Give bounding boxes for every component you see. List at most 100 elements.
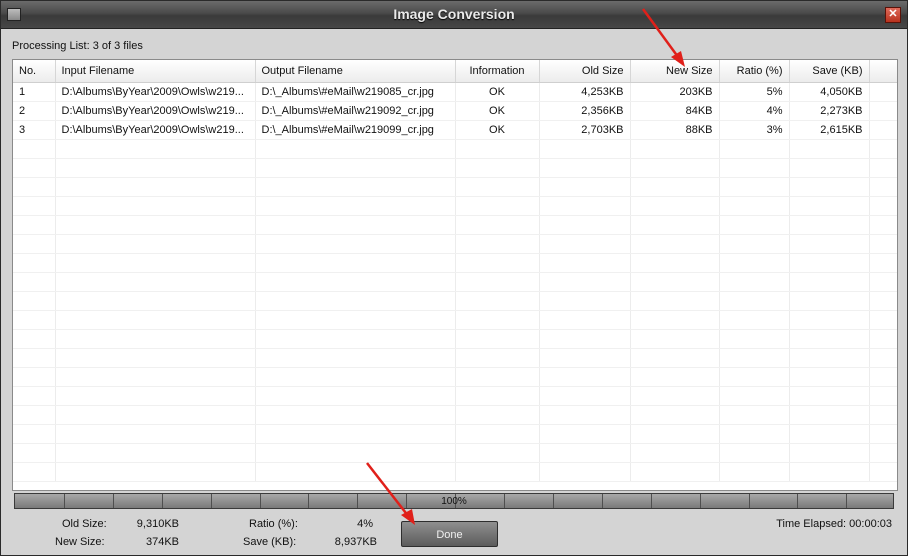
table-cell (55, 139, 256, 159)
table-cell (455, 443, 540, 463)
table-cell: 4,253KB (539, 82, 631, 102)
table-cell (869, 291, 897, 311)
table-cell (13, 158, 56, 178)
table-cell (255, 443, 456, 463)
table-cell (539, 196, 631, 216)
column-header-output-filename[interactable]: Output Filename (255, 60, 456, 83)
table-cell (630, 443, 720, 463)
save-label: Save (KB): (243, 536, 297, 548)
table-cell (630, 272, 720, 292)
table-cell (255, 215, 456, 235)
table-cell: D:\_Albums\#eMail\w219085_cr.jpg (255, 82, 456, 102)
table-cell (630, 196, 720, 216)
table-cell (789, 177, 870, 197)
table-cell (55, 196, 256, 216)
table-cell (719, 139, 790, 159)
table-cell (55, 367, 256, 387)
table-row[interactable]: 1 D:\Albums\ByYear\2009\Owls\w219... D:\_A… (13, 82, 897, 102)
table-cell (455, 348, 540, 368)
table-cell (789, 405, 870, 425)
table-cell (789, 291, 870, 311)
table-cell (539, 443, 631, 463)
table-cell (455, 386, 540, 406)
table-cell (869, 386, 897, 406)
table-cell (719, 253, 790, 273)
table-cell (539, 310, 631, 330)
table-cell (869, 310, 897, 330)
annotation-arrow-icon (641, 8, 685, 67)
table-cell (55, 462, 256, 482)
table-cell (630, 405, 720, 425)
progress-percent-label: 100% (441, 496, 467, 507)
table-cell (630, 310, 720, 330)
table-cell (13, 177, 56, 197)
table-cell (539, 215, 631, 235)
column-header-old-size[interactable]: Old Size (539, 60, 631, 83)
table-cell (869, 234, 897, 254)
column-header-information[interactable]: Information (455, 60, 540, 83)
table-cell (255, 196, 456, 216)
close-button[interactable]: ✕ (885, 7, 901, 23)
table-cell (789, 386, 870, 406)
table-cell (789, 234, 870, 254)
table-row[interactable]: 2 D:\Albums\ByYear\2009\Owls\w219... D:\_A… (13, 101, 897, 121)
table-cell (630, 424, 720, 444)
table-cell (255, 234, 456, 254)
table-cell (869, 215, 897, 235)
table-row[interactable]: 3 D:\Albums\ByYear\2009\Owls\w219... D:\_A… (13, 120, 897, 140)
table-cell (539, 253, 631, 273)
table-cell: 1 (13, 82, 56, 102)
table-cell (55, 291, 256, 311)
table-cell: D:\Albums\ByYear\2009\Owls\w219... (55, 120, 256, 140)
empty-table-row (13, 234, 897, 254)
table-cell (869, 367, 897, 387)
table-cell (13, 329, 56, 349)
column-header-no[interactable]: No. (13, 60, 56, 83)
table-cell (13, 139, 56, 159)
table-cell (455, 158, 540, 178)
table-cell (13, 310, 56, 330)
table-cell (539, 329, 631, 349)
table-cell (789, 462, 870, 482)
table-cell (255, 177, 456, 197)
table-cell (630, 253, 720, 273)
table-cell: D:\_Albums\#eMail\w219092_cr.jpg (255, 101, 456, 121)
table-cell (55, 215, 256, 235)
table-cell (13, 272, 56, 292)
table-cell (255, 253, 456, 273)
file-list-table[interactable]: No. Input Filename Output Filename Infor… (12, 59, 898, 491)
new-size-value: 374KB (145, 536, 179, 548)
image-conversion-window: Image Conversion ✕ Processing List: 3 of… (0, 0, 908, 556)
table-cell: 88KB (630, 120, 720, 140)
title-bar[interactable]: Image Conversion ✕ (1, 1, 907, 29)
table-cell (455, 234, 540, 254)
column-header-save[interactable]: Save (KB) (789, 60, 870, 83)
table-cell (719, 272, 790, 292)
table-cell-filler (869, 101, 897, 121)
column-header-input-filename[interactable]: Input Filename (55, 60, 256, 83)
table-cell: 4% (719, 101, 790, 121)
table-cell (719, 158, 790, 178)
empty-table-row (13, 386, 897, 406)
table-cell (869, 443, 897, 463)
table-cell: OK (455, 82, 540, 102)
table-cell (55, 443, 256, 463)
table-cell (719, 405, 790, 425)
table-cell (630, 234, 720, 254)
empty-table-row (13, 367, 897, 387)
empty-table-row (13, 443, 897, 463)
table-cell (455, 272, 540, 292)
table-cell (869, 272, 897, 292)
table-cell (539, 367, 631, 387)
table-cell (719, 462, 790, 482)
table-cell (255, 310, 456, 330)
table-cell (869, 158, 897, 178)
table-cell (455, 405, 540, 425)
table-cell (789, 424, 870, 444)
table-cell (539, 177, 631, 197)
table-cell (255, 424, 456, 444)
table-cell (455, 424, 540, 444)
column-header-ratio[interactable]: Ratio (%) (719, 60, 790, 83)
table-cell (789, 139, 870, 159)
empty-table-row (13, 348, 897, 368)
